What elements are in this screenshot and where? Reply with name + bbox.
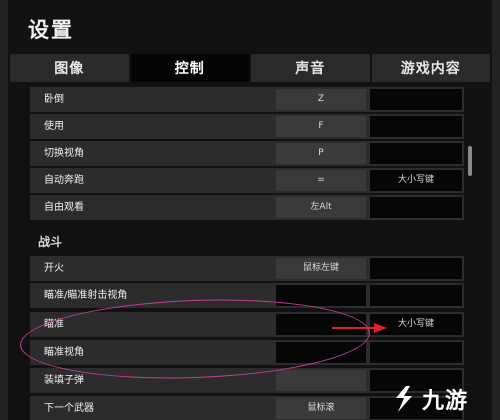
watermark: 九游 xyxy=(390,382,494,416)
primary-key-button[interactable]: 鼠标左键 xyxy=(276,258,366,279)
keybinding-row-prone: 卧倒 Z xyxy=(30,87,464,112)
keybinding-row-auto-run: 自动奔跑 = 大小写键 xyxy=(30,168,464,193)
tab-controls[interactable]: 控制 xyxy=(130,54,249,82)
primary-key-button[interactable]: 左Alt xyxy=(276,197,366,218)
secondary-key-button[interactable]: 大小写键 xyxy=(370,170,462,191)
primary-key-button[interactable]: 鼠标滚 xyxy=(276,398,366,419)
secondary-key-button[interactable] xyxy=(370,258,462,279)
primary-key-button[interactable]: F xyxy=(276,116,366,137)
keybinding-row-use: 使用 F xyxy=(30,114,464,139)
watermark-logo-icon xyxy=(396,386,412,412)
list-scrollbar[interactable] xyxy=(468,146,472,176)
primary-key-button[interactable]: = xyxy=(276,170,366,191)
secondary-key-button[interactable] xyxy=(370,116,462,137)
row-label: 卧倒 xyxy=(44,94,64,105)
tab-bar: 图像 控制 声音 游戏内容 xyxy=(10,54,490,82)
secondary-key-button[interactable] xyxy=(370,342,462,363)
keybinding-row-toggle-view: 切换视角 P xyxy=(30,141,464,166)
row-label: 切换视角 xyxy=(44,148,84,159)
secondary-key-button[interactable] xyxy=(370,197,462,218)
section-heading-combat: 战斗 xyxy=(38,235,63,249)
keybinding-row-fire: 开火 鼠标左键 xyxy=(30,256,464,281)
row-label: 下一个武器 xyxy=(44,403,94,414)
secondary-key-button[interactable] xyxy=(370,143,462,164)
secondary-key-button[interactable] xyxy=(370,285,462,306)
row-label: 瞄准/瞄准射击视角 xyxy=(44,290,128,301)
row-label: 自动奔跑 xyxy=(44,175,84,186)
tab-sound[interactable]: 声音 xyxy=(251,54,370,82)
row-label: 使用 xyxy=(44,121,64,132)
row-label: 自由观看 xyxy=(44,202,84,213)
tab-gameplay[interactable]: 游戏内容 xyxy=(371,54,490,82)
primary-key-button[interactable]: P xyxy=(276,143,366,164)
keybinding-row-free-look: 自由观看 左Alt xyxy=(30,195,464,220)
red-arrow-icon xyxy=(332,323,387,333)
secondary-key-button[interactable] xyxy=(370,89,462,110)
primary-key-button[interactable] xyxy=(276,370,366,391)
page-title: 设置 xyxy=(28,18,74,42)
watermark-text: 九游 xyxy=(422,389,469,414)
primary-key-button[interactable]: Z xyxy=(276,89,366,110)
row-label: 开火 xyxy=(44,263,64,274)
tab-graphics[interactable]: 图像 xyxy=(10,54,129,82)
